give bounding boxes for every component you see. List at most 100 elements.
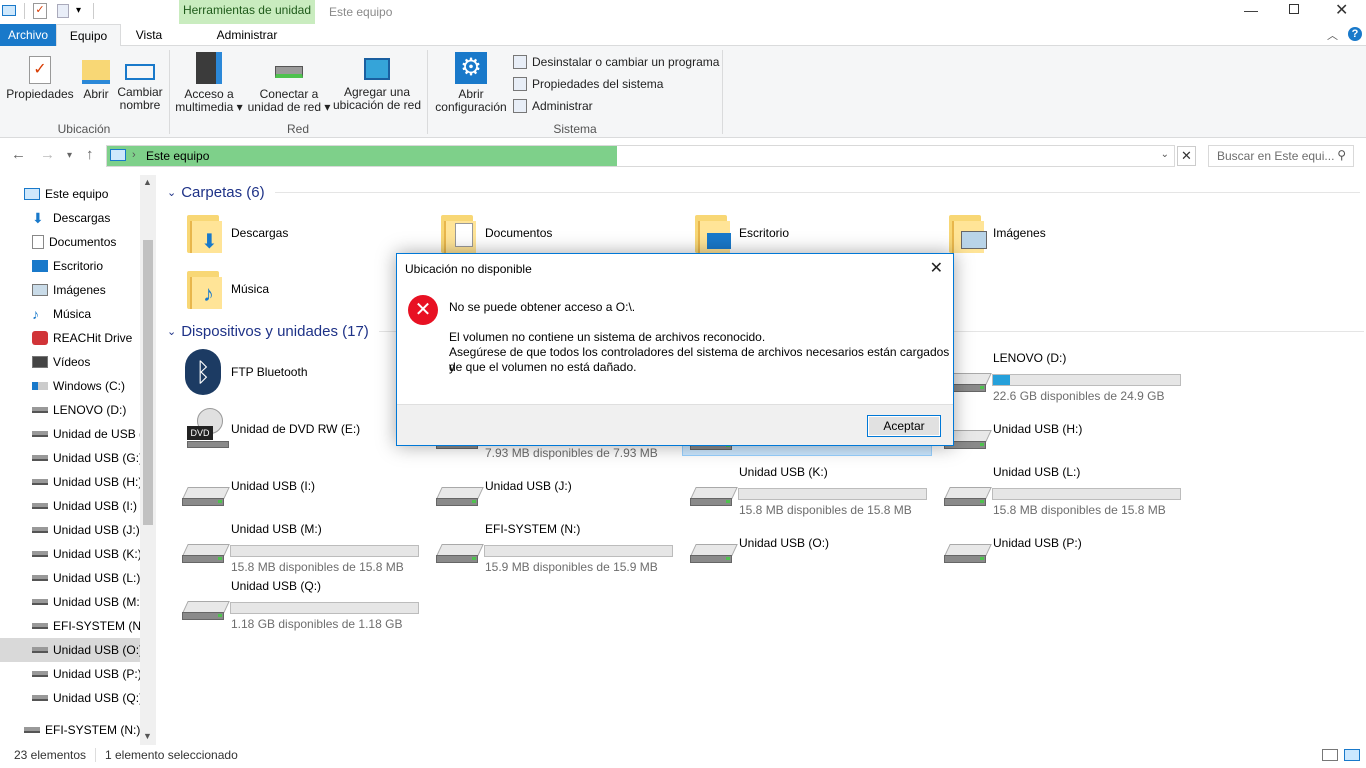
device-usb-i[interactable]: Unidad USB (I:) (181, 463, 431, 517)
nav-item-efi-system[interactable]: EFI-SYSTEM (N:) (0, 718, 140, 742)
device-label: EFI-SYSTEM (N:) (485, 522, 581, 536)
device-usb-j[interactable]: Unidad USB (J:) (435, 463, 685, 517)
folder-downloads[interactable]: ⬇ Descargas (181, 212, 431, 266)
device-label: Unidad USB (L:) (993, 465, 1081, 479)
help-icon[interactable]: ? (1348, 27, 1362, 41)
rename-button[interactable]: Cambiar nombre (116, 46, 164, 112)
scroll-up-icon[interactable]: ▲ (143, 177, 152, 187)
search-input[interactable]: Buscar en Este equi... ⚲ (1208, 145, 1354, 167)
nav-item-this-pc[interactable]: Este equipo (0, 182, 140, 206)
folder-label: Escritorio (739, 226, 790, 240)
back-arrow-icon[interactable]: ← (11, 146, 26, 163)
section-folders[interactable]: ⌄ Carpetas (6) (167, 184, 1360, 201)
nav-item-drive-d[interactable]: LENOVO (D:) (0, 398, 140, 422)
nav-scrollbar-thumb[interactable] (143, 240, 153, 525)
tab-file[interactable]: Archivo (0, 24, 56, 46)
dialog-close-icon[interactable]: ✕ (930, 258, 943, 278)
settings-label-2: configuración (435, 100, 507, 114)
nav-label: Unidad USB (Q:) (53, 691, 140, 705)
system-properties-label: Propiedades del sistema (532, 77, 664, 91)
customize-qat-icon[interactable]: ▾ (76, 5, 81, 16)
device-efi-n[interactable]: EFI-SYSTEM (N:) 15.9 MB disponibles de 1… (435, 520, 685, 574)
nav-item-drive-g[interactable]: Unidad USB (G:) (0, 446, 140, 470)
nav-label: LENOVO (D:) (53, 403, 127, 417)
drive-icon (24, 727, 40, 733)
nav-label: Unidad USB (P:) (53, 667, 140, 681)
nav-item-pictures[interactable]: Imágenes (0, 278, 140, 302)
tab-manage[interactable]: Administrar (179, 24, 315, 46)
device-usb-p[interactable]: Unidad USB (P:) (943, 520, 1193, 574)
folder-label: Documentos (485, 226, 553, 240)
breadcrumb-chevron-icon[interactable]: › (132, 149, 136, 161)
open-settings-button[interactable]: ⚙ Abrir configuración (432, 46, 510, 114)
nav-item-drive-q[interactable]: Unidad USB (Q:) (0, 686, 140, 710)
properties-quick-icon[interactable]: ✓ (33, 3, 47, 19)
device-usb-h[interactable]: Unidad USB (H:) (943, 406, 1193, 460)
tab-computer[interactable]: Equipo (56, 24, 121, 47)
nav-item-drive-j[interactable]: Unidad USB (J:) (0, 518, 140, 542)
nav-item-drive-c[interactable]: Windows (C:) (0, 374, 140, 398)
folder-pictures[interactable]: Imágenes (943, 212, 1193, 266)
device-ftp-bluetooth[interactable]: ᛒ FTP Bluetooth (181, 349, 431, 403)
collapse-ribbon-icon[interactable]: ︿ (1327, 27, 1338, 43)
computer-icon (24, 188, 40, 200)
device-lenovo-d[interactable]: LENOVO (D:) 22.6 GB disponibles de 24.9 … (943, 349, 1193, 403)
nav-item-drive-i[interactable]: Unidad USB (I:) (0, 494, 140, 518)
manage-button[interactable]: Administrar (513, 96, 593, 116)
details-view-icon[interactable] (1322, 749, 1338, 761)
device-usb-l[interactable]: Unidad USB (L:) 15.8 MB disponibles de 1… (943, 463, 1193, 517)
uninstall-program-button[interactable]: Desinstalar o cambiar un programa (513, 52, 719, 72)
nav-item-desktop[interactable]: Escritorio (0, 254, 140, 278)
dvd-icon: DVD (187, 408, 229, 448)
recent-locations-icon[interactable]: ▾ (67, 150, 72, 161)
open-button[interactable]: Abrir (78, 46, 114, 101)
new-folder-quick-icon[interactable] (57, 4, 69, 18)
large-icons-view-icon[interactable] (1344, 749, 1360, 761)
capacity-bar (484, 545, 673, 557)
ok-button[interactable]: Aceptar (867, 415, 941, 437)
device-usb-q[interactable]: Unidad USB (Q:) 1.18 GB disponibles de 1… (181, 577, 431, 631)
device-usb-m[interactable]: Unidad USB (M:) 15.8 MB disponibles de 1… (181, 520, 431, 574)
nav-item-drive-l[interactable]: Unidad USB (L:) (0, 566, 140, 590)
address-bar[interactable]: › Este equipo ⌄ (106, 145, 1175, 167)
nav-item-videos[interactable]: Vídeos (0, 350, 140, 374)
nav-item-usb[interactable]: Unidad de USB ( (0, 422, 140, 446)
close-icon[interactable]: ✕ (1335, 0, 1348, 20)
address-dropdown-icon[interactable]: ⌄ (1161, 149, 1169, 160)
device-usb-o[interactable]: Unidad USB (O:) (689, 520, 939, 574)
device-dvd-e[interactable]: DVD Unidad de DVD RW (E:) (181, 406, 431, 460)
music-icon: ♪ (32, 306, 39, 322)
nav-item-music[interactable]: ♪ Música (0, 302, 140, 326)
add-network-location-button[interactable]: Agregar una ubicación de red (332, 46, 422, 112)
nav-item-drive-m[interactable]: Unidad USB (M:) (0, 590, 140, 614)
nav-item-drive-p[interactable]: Unidad USB (P:) (0, 662, 140, 686)
minimize-icon[interactable]: — (1244, 2, 1258, 18)
media-access-button[interactable]: Acceso a multimedia ▾ (172, 46, 246, 114)
drive-icon (32, 431, 48, 437)
tab-view[interactable]: Vista (121, 24, 177, 46)
nav-item-drive-o[interactable]: Unidad USB (O:) (0, 638, 140, 662)
forward-arrow-icon[interactable]: → (40, 146, 55, 163)
nav-item-drive-h[interactable]: Unidad USB (H:) (0, 470, 140, 494)
item-count: 23 elementos (14, 748, 87, 762)
system-properties-button[interactable]: Propiedades del sistema (513, 74, 663, 94)
breadcrumb-current[interactable]: Este equipo (146, 149, 209, 163)
error-icon: ✕ (408, 295, 438, 325)
nav-label: Este equipo (45, 187, 109, 201)
nav-item-downloads[interactable]: ⬇ Descargas (0, 206, 140, 230)
nav-item-drive-k[interactable]: Unidad USB (K:) (0, 542, 140, 566)
device-usb-k[interactable]: Unidad USB (K:) 15.8 MB disponibles de 1… (689, 463, 939, 517)
manage-label: Administrar (532, 99, 593, 113)
nav-item-drive-n[interactable]: EFI-SYSTEM (N:) (0, 614, 140, 638)
up-arrow-icon[interactable]: ↑ (86, 146, 94, 163)
folder-music[interactable]: ♪ Música (181, 268, 431, 322)
map-network-drive-button[interactable]: Conectar a unidad de red ▾ (246, 46, 332, 114)
stop-icon[interactable]: ✕ (1177, 146, 1196, 166)
nav-item-documents[interactable]: Documentos (0, 230, 140, 254)
scroll-down-icon[interactable]: ▼ (143, 731, 152, 741)
restore-icon[interactable] (1289, 4, 1299, 14)
capacity-bar (738, 488, 927, 500)
nav-item-reachit[interactable]: REACHit Drive (0, 326, 140, 350)
system-properties-icon (513, 77, 527, 91)
properties-button[interactable]: ✓ Propiedades (4, 46, 76, 101)
